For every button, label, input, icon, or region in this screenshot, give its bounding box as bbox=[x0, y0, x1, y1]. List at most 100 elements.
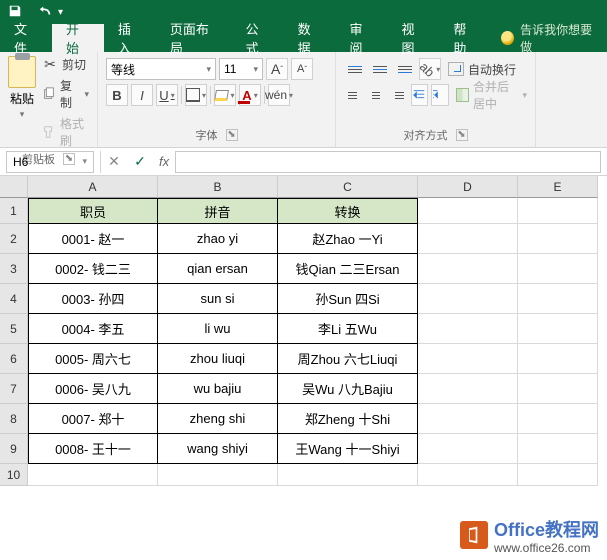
paste-button[interactable]: 粘贴 ▾ bbox=[8, 56, 36, 149]
cell[interactable] bbox=[518, 374, 598, 404]
cell[interactable]: 李Li 五Wu bbox=[278, 314, 418, 344]
cell[interactable]: 郑Zheng 十Shi bbox=[278, 404, 418, 434]
cell[interactable] bbox=[418, 374, 518, 404]
cell[interactable]: qian ersan bbox=[158, 254, 278, 284]
cell[interactable] bbox=[518, 434, 598, 464]
fill-color-button[interactable]: ▾ bbox=[214, 84, 236, 106]
grow-font-button[interactable]: Aˆ bbox=[266, 58, 288, 80]
cell[interactable]: 0006- 吴八九 bbox=[28, 374, 158, 404]
row-header[interactable]: 6 bbox=[0, 344, 28, 374]
copy-button[interactable]: 复制 ▾ bbox=[42, 77, 89, 111]
align-left-button[interactable] bbox=[344, 84, 363, 106]
cell[interactable] bbox=[158, 464, 278, 486]
chevron-down-icon[interactable]: ▾ bbox=[20, 109, 25, 120]
tab-review[interactable]: 审阅 bbox=[336, 24, 388, 52]
column-header[interactable]: D bbox=[418, 176, 518, 198]
tab-home[interactable]: 开始 bbox=[52, 24, 104, 52]
tab-view[interactable]: 视图 bbox=[387, 24, 439, 52]
cell[interactable]: 0008- 王十一 bbox=[28, 434, 158, 464]
align-right-button[interactable] bbox=[388, 84, 407, 106]
cancel-formula-button[interactable]: ✕ bbox=[101, 153, 127, 170]
cell[interactable]: 王Wang 十一Shiyi bbox=[278, 434, 418, 464]
cell[interactable] bbox=[518, 198, 598, 224]
row-header[interactable]: 7 bbox=[0, 374, 28, 404]
cell[interactable] bbox=[418, 224, 518, 254]
select-all-corner[interactable] bbox=[0, 176, 28, 198]
align-top-button[interactable] bbox=[344, 58, 366, 80]
qat-customize-icon[interactable]: ▾ bbox=[58, 7, 63, 18]
tab-insert[interactable]: 插入 bbox=[104, 24, 156, 52]
row-header[interactable]: 2 bbox=[0, 224, 28, 254]
row-header[interactable]: 9 bbox=[0, 434, 28, 464]
cell[interactable]: 孙Sun 四Si bbox=[278, 284, 418, 314]
column-header[interactable]: B bbox=[158, 176, 278, 198]
cell[interactable] bbox=[418, 198, 518, 224]
tab-formulas[interactable]: 公式 bbox=[232, 24, 284, 52]
cell[interactable] bbox=[518, 314, 598, 344]
tab-page-layout[interactable]: 页面布局 bbox=[156, 24, 232, 52]
column-header[interactable]: E bbox=[518, 176, 598, 198]
save-icon[interactable] bbox=[6, 4, 24, 21]
row-header[interactable]: 8 bbox=[0, 404, 28, 434]
cell[interactable]: 拼音 bbox=[158, 198, 278, 224]
cell[interactable]: zhou liuqi bbox=[158, 344, 278, 374]
cell[interactable]: 0002- 钱二三 bbox=[28, 254, 158, 284]
cut-button[interactable]: ✂ 剪切 bbox=[42, 56, 89, 73]
cell[interactable]: zhao yi bbox=[158, 224, 278, 254]
cell[interactable] bbox=[418, 254, 518, 284]
cell[interactable]: 赵Zhao 一Yi bbox=[278, 224, 418, 254]
enter-formula-button[interactable]: ✓ bbox=[127, 153, 153, 170]
align-middle-button[interactable] bbox=[369, 58, 391, 80]
tab-file[interactable]: 文件 bbox=[0, 24, 52, 52]
font-name-combo[interactable]: 等线 ▾ bbox=[106, 58, 216, 80]
cell[interactable] bbox=[518, 254, 598, 284]
cell[interactable]: wang shiyi bbox=[158, 434, 278, 464]
merge-center-button[interactable]: 合并后居中 ▾ bbox=[452, 78, 527, 112]
cell[interactable]: 0001- 赵一 bbox=[28, 224, 158, 254]
bold-button[interactable]: B bbox=[106, 84, 128, 106]
font-launcher[interactable]: ⬊ bbox=[226, 129, 238, 141]
increase-indent-button[interactable] bbox=[431, 84, 449, 106]
column-header[interactable]: A bbox=[28, 176, 158, 198]
row-header[interactable]: 1 bbox=[0, 198, 28, 224]
cell[interactable] bbox=[518, 464, 598, 486]
decrease-indent-button[interactable] bbox=[411, 84, 429, 106]
tab-data[interactable]: 数据 bbox=[284, 24, 336, 52]
cell[interactable]: 0007- 郑十 bbox=[28, 404, 158, 434]
fx-icon[interactable]: fx bbox=[153, 154, 175, 169]
italic-button[interactable]: I bbox=[131, 84, 153, 106]
cell[interactable]: 周Zhou 六七Liuqi bbox=[278, 344, 418, 374]
cell[interactable]: 转换 bbox=[278, 198, 418, 224]
formula-bar[interactable] bbox=[175, 151, 601, 173]
phonetic-button[interactable]: wén▾ bbox=[268, 84, 290, 106]
chevron-down-icon[interactable]: ▾ bbox=[82, 156, 87, 167]
shrink-font-button[interactable]: Aˇ bbox=[291, 58, 313, 80]
cell[interactable] bbox=[518, 284, 598, 314]
cell[interactable] bbox=[518, 224, 598, 254]
row-header[interactable]: 10 bbox=[0, 464, 28, 486]
cell[interactable]: 0003- 孙四 bbox=[28, 284, 158, 314]
cell[interactable]: wu bajiu bbox=[158, 374, 278, 404]
tell-me-search[interactable]: 告诉我你想要做 bbox=[491, 24, 607, 52]
cell[interactable] bbox=[278, 464, 418, 486]
cell[interactable] bbox=[418, 284, 518, 314]
cell[interactable]: 0004- 李五 bbox=[28, 314, 158, 344]
underline-button[interactable]: U▾ bbox=[156, 84, 178, 106]
row-header[interactable]: 3 bbox=[0, 254, 28, 284]
alignment-launcher[interactable]: ⬊ bbox=[456, 129, 468, 141]
column-header[interactable]: C bbox=[278, 176, 418, 198]
cell[interactable] bbox=[418, 344, 518, 374]
orientation-button[interactable]: ab▾ bbox=[419, 58, 441, 80]
align-center-button[interactable] bbox=[366, 84, 385, 106]
cell[interactable]: zheng shi bbox=[158, 404, 278, 434]
cell[interactable] bbox=[418, 404, 518, 434]
cell[interactable]: 吴Wu 八九Bajiu bbox=[278, 374, 418, 404]
align-bottom-button[interactable] bbox=[394, 58, 416, 80]
cell[interactable] bbox=[28, 464, 158, 486]
tab-help[interactable]: 帮助 bbox=[439, 24, 491, 52]
name-box[interactable]: H6 ▾ bbox=[6, 151, 94, 173]
font-color-button[interactable]: A▾ bbox=[239, 84, 261, 106]
row-header[interactable]: 5 bbox=[0, 314, 28, 344]
cell[interactable] bbox=[418, 434, 518, 464]
cell[interactable] bbox=[518, 344, 598, 374]
